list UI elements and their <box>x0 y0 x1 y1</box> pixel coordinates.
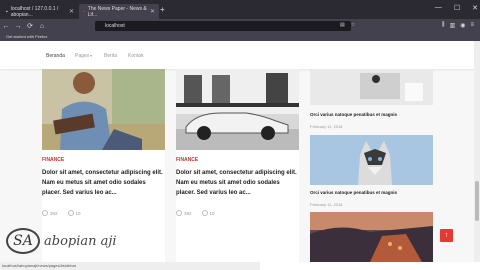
article-image-man-reading[interactable] <box>42 69 165 150</box>
sidebar-post-title[interactable]: Orci varius natoque penatibus et magnis <box>310 190 397 195</box>
watermark-text: abopian aji <box>44 233 117 249</box>
article-meta: 392 10 <box>42 210 81 216</box>
library-icon[interactable]: ⫼ <box>442 22 445 29</box>
toolbar-right-icons: ⫼ ▥ ◉ ≡ <box>442 22 474 29</box>
article-meta: 392 10 <box>176 210 215 216</box>
close-tab-icon[interactable]: ✕ <box>150 8 155 15</box>
minimize-icon[interactable]: — <box>435 4 442 12</box>
home-icon[interactable]: ⌂ <box>36 23 48 30</box>
browser-tab-phpmyadmin[interactable]: ▪ localhost / 127.0.0.1 / abopian... ✕ <box>2 4 78 19</box>
chevron-down-icon: ▾ <box>90 53 93 58</box>
like-count: 392 <box>184 210 192 216</box>
address-actions: ▤ ☆ <box>340 22 355 28</box>
page-scrollbar[interactable] <box>474 41 480 262</box>
comment-icon[interactable] <box>67 210 74 216</box>
sidebar-post-date: February 11, 2018 <box>310 202 343 207</box>
menu-icon[interactable]: ≡ <box>470 22 474 29</box>
sidebar-post-title[interactable]: Orci varius natoque penatibus et magnis <box>310 112 397 117</box>
comment-icon[interactable] <box>201 210 208 216</box>
back-icon[interactable]: ← <box>0 23 12 30</box>
nav-item-berita[interactable]: Berita <box>104 53 117 59</box>
sidebar-image-husky[interactable] <box>310 135 433 185</box>
bookmark-star-icon[interactable]: ☆ <box>351 22 355 28</box>
nav-item-kontak[interactable]: Kontak <box>128 53 144 59</box>
reload-icon[interactable]: ⟳ <box>24 22 36 30</box>
close-tab-icon[interactable]: ✕ <box>69 8 74 15</box>
address-bar[interactable]: localhost <box>95 21 351 31</box>
nav-item-beranda[interactable]: Beranda <box>46 53 65 59</box>
maximize-icon[interactable]: ☐ <box>454 4 460 12</box>
bookmark-bar: Get started with Firefox <box>0 33 480 41</box>
sidebar-image-coast[interactable] <box>310 212 433 262</box>
sidebar-post-date: February 11, 2018 <box>310 124 343 129</box>
status-bar-url: localhost/abopianaji/news/pages/#sidebar <box>0 262 260 270</box>
watermark-logo-icon: SA <box>6 228 40 254</box>
tab-favicon-icon: ▪ <box>83 8 85 15</box>
article-image-classic-car[interactable] <box>176 69 299 150</box>
tab-label: The News Paper - News & Lif... <box>87 5 147 18</box>
sidebar-icon[interactable]: ▥ <box>450 22 456 29</box>
article-title[interactable]: Dolor sit amet, consectetur adipiscing e… <box>176 168 299 198</box>
account-icon[interactable]: ◉ <box>460 22 465 29</box>
comment-count: 10 <box>75 210 81 216</box>
new-tab-button[interactable]: + <box>160 5 165 14</box>
category-label[interactable]: FINANCE <box>42 157 64 163</box>
window-controls: — ☐ ✕ <box>435 4 478 12</box>
like-count: 392 <box>50 210 58 216</box>
like-icon[interactable] <box>42 210 48 216</box>
like-icon[interactable] <box>176 210 182 216</box>
site-nav: Beranda Pages ▾ Berita Kontak <box>0 41 480 69</box>
comment-count: 10 <box>209 210 215 216</box>
article-card[interactable]: FINANCE Dolor sit amet, consectetur adip… <box>176 69 299 262</box>
back-to-top-button[interactable]: ↑ <box>440 229 453 242</box>
tab-favicon-icon: ▪ <box>6 8 8 15</box>
reader-icon[interactable]: ▤ <box>340 22 345 28</box>
close-window-icon[interactable]: ✕ <box>472 4 478 12</box>
browser-tab-newspaper[interactable]: ▪ The News Paper - News & Lif... ✕ <box>79 4 159 19</box>
nav-item-pages[interactable]: Pages <box>75 53 89 59</box>
article-title[interactable]: Dolor sit amet, consectetur adipiscing e… <box>42 168 165 198</box>
forward-icon[interactable]: → <box>12 23 24 30</box>
sidebar-image-desk[interactable] <box>310 69 433 105</box>
browser-toolbar: ← → ⟳ ⌂ localhost ▤ ☆ ⫼ ▥ ◉ ≡ <box>0 19 480 33</box>
browser-tab-bar: ▪ localhost / 127.0.0.1 / abopian... ✕ ▪… <box>0 0 480 19</box>
bookmark-item[interactable]: Get started with Firefox <box>6 34 47 39</box>
watermark: SA abopian aji <box>6 228 117 254</box>
tab-label: localhost / 127.0.0.1 / abopian... <box>10 5 59 18</box>
scrollbar-thumb[interactable] <box>475 181 479 221</box>
category-label[interactable]: FINANCE <box>176 157 198 163</box>
